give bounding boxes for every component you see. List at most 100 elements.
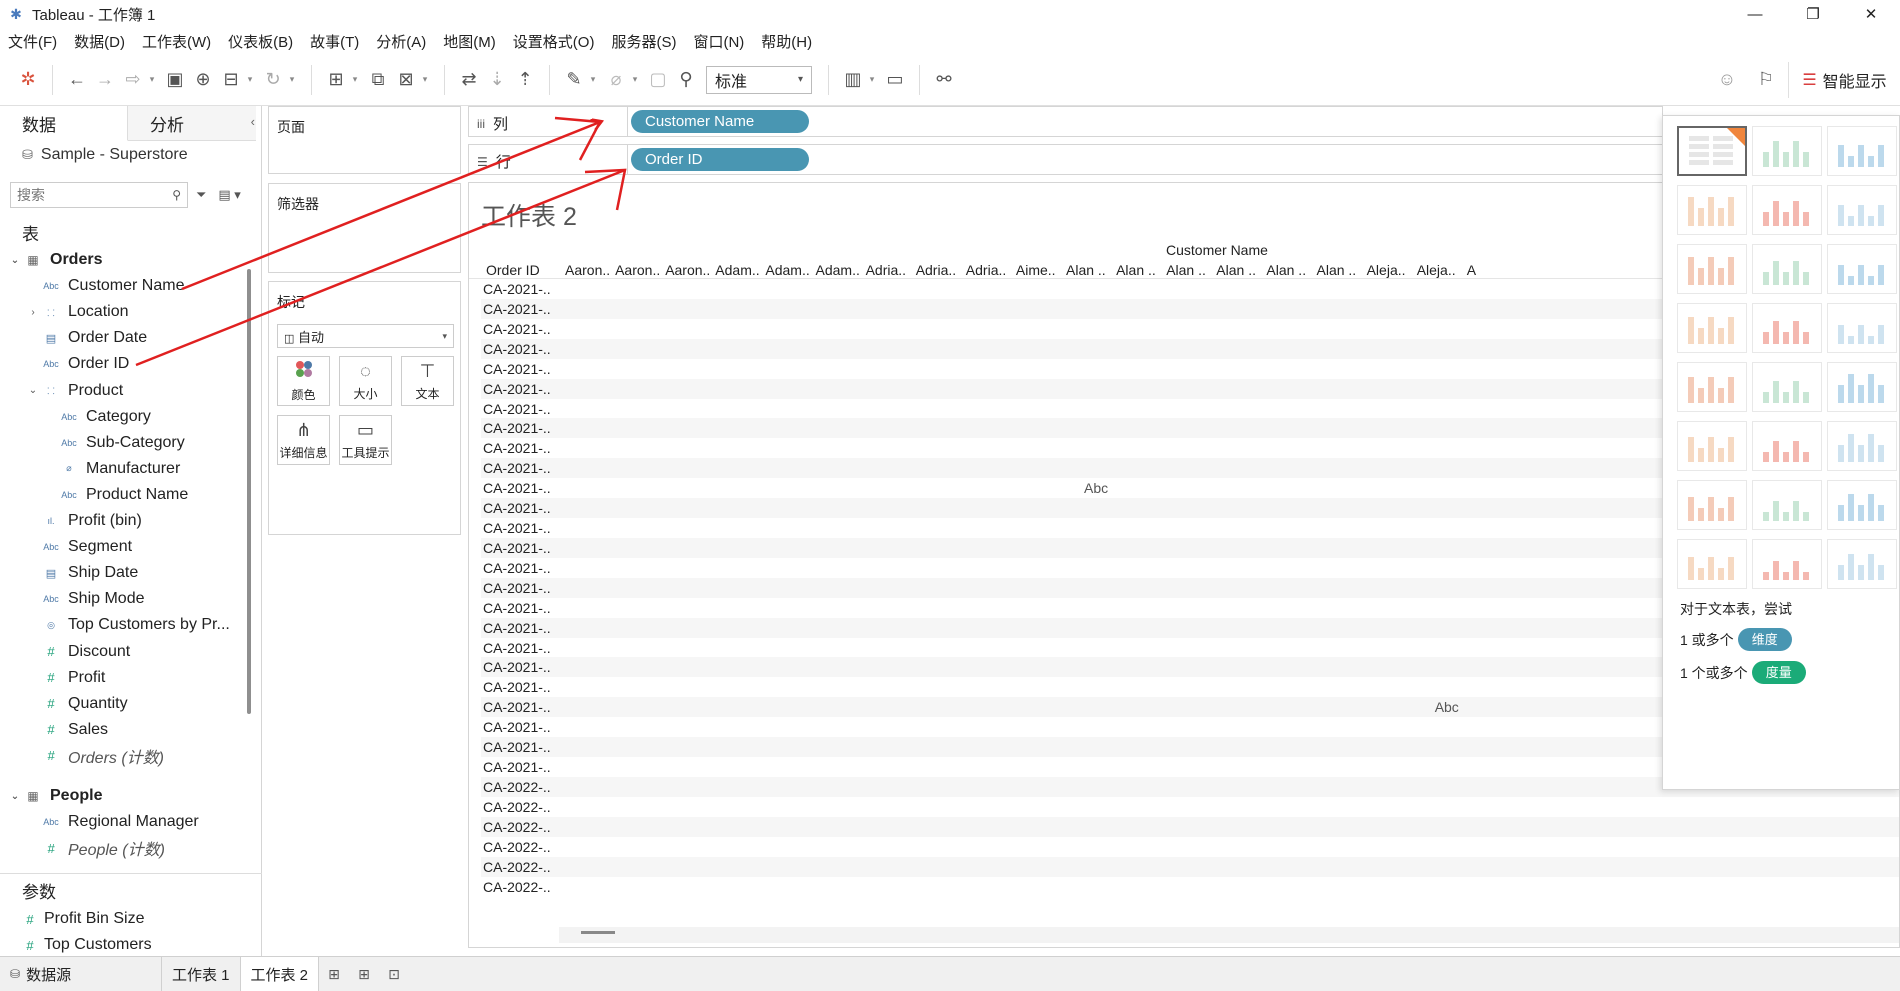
share-icon[interactable]: ⚯ — [930, 66, 958, 94]
close-button[interactable]: ✕ — [1842, 0, 1900, 28]
field-item[interactable]: # Discount — [26, 639, 130, 665]
replay-dropdown-icon[interactable]: ▾ — [147, 66, 157, 94]
sort-ascending-icon[interactable]: ⇣ — [483, 66, 511, 94]
row-header[interactable]: CA-2022-.. — [483, 839, 551, 855]
swap-rows-columns-icon[interactable]: ⇄ — [455, 66, 483, 94]
column-header[interactable]: Aleja.. — [1417, 262, 1456, 278]
field-item[interactable]: Abc Order ID — [26, 351, 129, 377]
chart-type-horizontal-bars-icon[interactable] — [1677, 244, 1747, 294]
chevron-down-icon[interactable]: ⌄ — [8, 791, 22, 802]
tab-data[interactable]: 数据 — [0, 106, 128, 141]
column-header[interactable]: Adria.. — [916, 262, 956, 278]
chart-type-treemap-icon[interactable] — [1677, 303, 1747, 353]
chart-type-packed-bubbles-icon[interactable] — [1827, 539, 1897, 589]
column-header[interactable]: Adam.. — [765, 262, 809, 278]
pause-updates-icon[interactable]: ⊟ — [217, 66, 245, 94]
chart-type-scatter-plot-icon[interactable] — [1677, 480, 1747, 530]
table-row[interactable]: CA-2022-.. — [481, 797, 1899, 817]
menu-item[interactable]: 窗口(N) — [693, 31, 744, 52]
chart-type-lines-continuous-icon[interactable] — [1677, 362, 1747, 412]
filter-icon[interactable]: ⏷ — [196, 187, 206, 203]
new-story-icon[interactable]: ⊡ — [379, 957, 409, 991]
undo-icon[interactable]: ← — [63, 66, 91, 94]
assistant-icon[interactable]: ☺ — [1713, 66, 1741, 94]
chart-type-side-by-side-circles-icon[interactable] — [1827, 303, 1897, 353]
menu-item[interactable]: 数据(D) — [74, 31, 125, 52]
row-header[interactable]: CA-2021-.. — [483, 301, 551, 317]
table-row[interactable]: CA-2022-.. — [481, 837, 1899, 857]
table-row[interactable]: CA-2022-.. — [481, 816, 1899, 837]
group-dropdown-icon[interactable]: ▾ — [630, 66, 640, 94]
columns-shelf[interactable]: iii 列 Customer Name — [468, 106, 1663, 137]
clear-sheet-icon[interactable]: ⊠ — [392, 66, 420, 94]
column-header[interactable]: Aaron.. — [615, 262, 660, 278]
chevron-down-icon[interactable]: ⌄ — [26, 385, 40, 396]
replay-icon[interactable]: ⇨ — [119, 66, 147, 94]
new-worksheet-dropdown-icon[interactable]: ▾ — [350, 66, 360, 94]
field-item[interactable]: ◎ Top Customers by Pr... — [26, 612, 230, 638]
view-options-icon[interactable]: ▤ ▾ — [218, 187, 240, 203]
row-header[interactable]: CA-2021-.. — [483, 341, 551, 357]
column-header[interactable]: Adam.. — [816, 262, 860, 278]
row-header[interactable]: CA-2021-.. — [483, 540, 551, 556]
row-header[interactable]: CA-2021-.. — [483, 281, 551, 297]
row-header[interactable]: CA-2021-.. — [483, 381, 551, 397]
text-mark[interactable]: Abc — [1435, 699, 1459, 715]
row-header[interactable]: CA-2021-.. — [483, 480, 551, 496]
highlight-icon[interactable]: ✎ — [560, 66, 588, 94]
show-cards-dropdown-icon[interactable]: ▾ — [867, 66, 877, 94]
chart-type-gantt-chart-icon[interactable] — [1677, 539, 1747, 589]
row-header[interactable]: CA-2021-.. — [483, 580, 551, 596]
save-icon[interactable]: ▣ — [161, 66, 189, 94]
chart-type-area-discrete-icon[interactable] — [1752, 421, 1822, 471]
text-button[interactable]: ⊤ 文本 — [401, 356, 454, 406]
row-header[interactable]: CA-2021-.. — [483, 620, 551, 636]
refresh-dropdown-icon[interactable]: ▾ — [287, 66, 297, 94]
field-item[interactable]: Abc Regional Manager — [26, 809, 199, 835]
row-header[interactable]: CA-2022-.. — [483, 879, 551, 895]
tableau-home-icon[interactable]: ✲ — [14, 66, 42, 94]
customer-name-pill[interactable]: Customer Name — [631, 110, 809, 133]
chevron-right-icon[interactable]: › — [26, 307, 40, 318]
menu-item[interactable]: 工作表(W) — [142, 31, 211, 52]
presentation-mode-icon[interactable]: ▭ — [881, 66, 909, 94]
show-labels-icon[interactable]: ▢ — [644, 66, 672, 94]
chart-type-highlight-table-icon[interactable] — [1827, 126, 1897, 176]
field-item[interactable]: › ⸬ Location — [26, 299, 128, 325]
search-input[interactable] — [17, 187, 157, 203]
chevron-down-icon[interactable]: ⌄ — [8, 255, 22, 266]
detail-button[interactable]: ⋔ 详细信息 — [277, 415, 330, 465]
color-button[interactable]: 颜色 — [277, 356, 330, 406]
chart-type-bullet-graph-icon[interactable] — [1752, 539, 1822, 589]
column-header[interactable]: Aleja.. — [1367, 262, 1406, 278]
marks-type-select[interactable]: ◫ 自动 ▾ — [277, 324, 454, 348]
row-header[interactable]: CA-2021-.. — [483, 321, 551, 337]
field-item[interactable]: # Orders (计数) — [26, 743, 164, 769]
field-item[interactable]: Abc Category — [44, 404, 151, 430]
column-header[interactable]: Adria.. — [966, 262, 1006, 278]
chart-type-filled-map-icon[interactable] — [1752, 185, 1822, 235]
row-header[interactable]: CA-2021-.. — [483, 759, 551, 775]
chart-type-box-and-whisker-icon[interactable] — [1827, 480, 1897, 530]
format-painter-icon[interactable]: ⚐ — [1752, 66, 1780, 94]
new-worksheet-icon[interactable]: ⊞ — [322, 66, 350, 94]
field-item[interactable]: # Quantity — [26, 691, 127, 717]
chart-type-histogram-icon[interactable] — [1752, 480, 1822, 530]
column-header[interactable]: Adria.. — [866, 262, 906, 278]
new-worksheet-icon[interactable]: ⊞ — [319, 957, 349, 991]
horizontal-scroll-thumb[interactable] — [581, 931, 615, 934]
field-item[interactable]: Abc Segment — [26, 534, 132, 560]
redo-icon[interactable]: → — [91, 66, 119, 94]
menu-item[interactable]: 地图(M) — [443, 31, 496, 52]
field-item[interactable]: Abc Ship Mode — [26, 586, 144, 612]
field-item[interactable]: ▤ Ship Date — [26, 560, 138, 586]
row-header[interactable]: CA-2021-.. — [483, 719, 551, 735]
refresh-icon[interactable]: ↻ — [259, 66, 287, 94]
chart-type-side-by-side-bars-icon[interactable] — [1827, 244, 1897, 294]
field-item[interactable]: ▤ Order Date — [26, 325, 147, 351]
size-button[interactable]: ◌ 大小 — [339, 356, 392, 406]
menu-item[interactable]: 设置格式(O) — [513, 31, 595, 52]
row-header[interactable]: CA-2021-.. — [483, 679, 551, 695]
row-header[interactable]: CA-2021-.. — [483, 420, 551, 436]
parameter-item[interactable]: # Profit Bin Size — [22, 906, 144, 932]
